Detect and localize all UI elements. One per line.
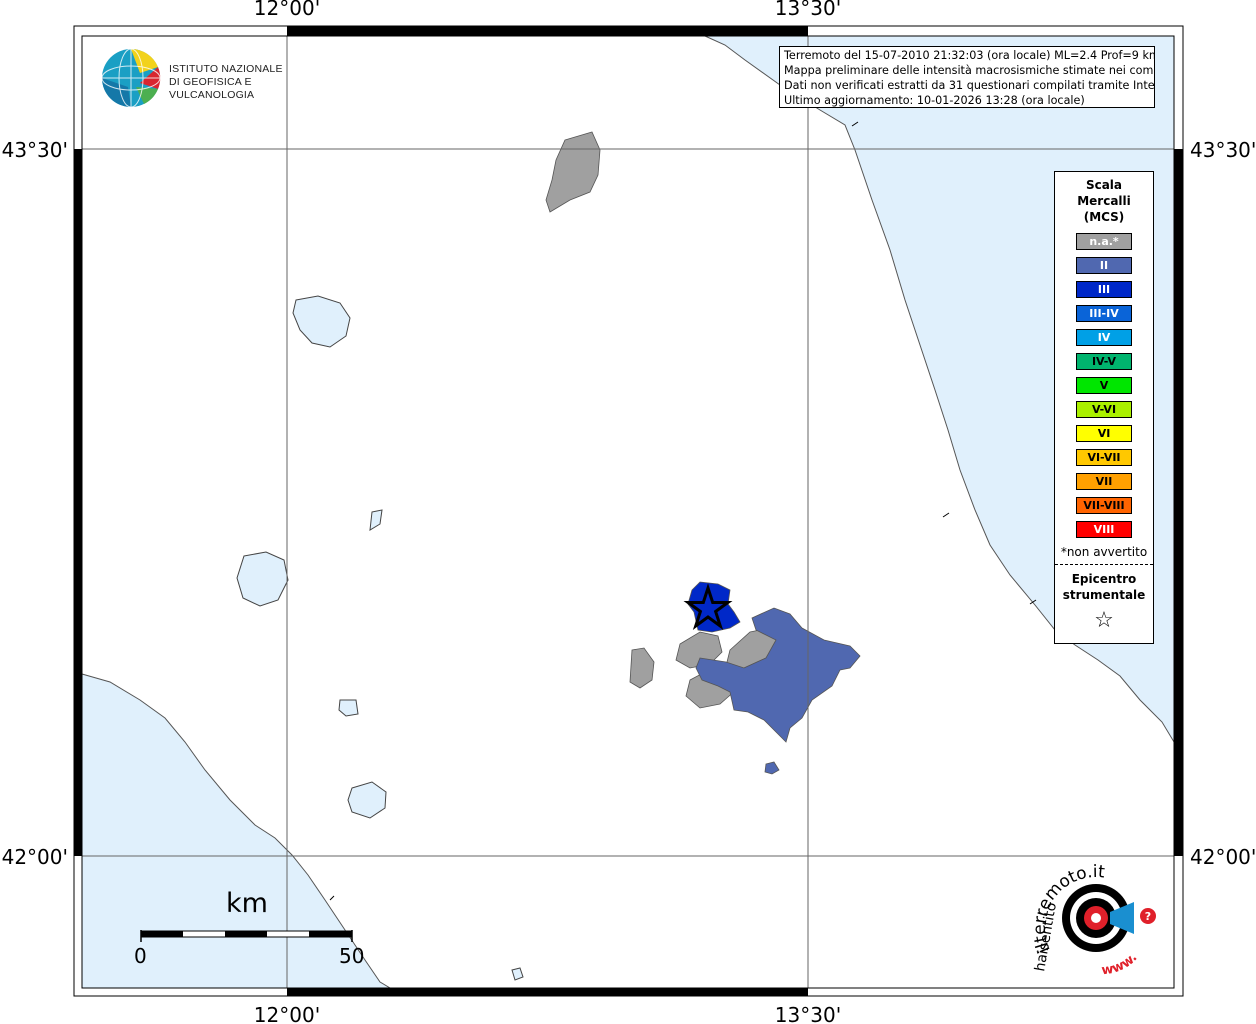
intensity-polygons [545,131,861,775]
legend-swatch-item: IV-V [1076,353,1132,370]
legend-epicenter-line2: strumentale [1062,588,1146,602]
legend-divider [1055,564,1153,565]
legend-swatch-item: V-VI [1076,401,1132,418]
scale-bar-min-label: 0 [134,944,147,968]
lat-label-left-bottom: 42°00' [2,845,68,869]
lake-bracciano [347,781,387,819]
legend-swatch-item: VII [1076,473,1132,490]
legend-epicenter-line1: Epicentro [1071,572,1137,586]
legend-swatch-item: III [1076,281,1132,298]
ingv-globe-icon [101,48,161,108]
scale-bar-unit: km [226,888,268,919]
lon-label-top-right: 13°30' [775,0,841,20]
lon-label-top-left: 12°00' [254,0,320,20]
legend-swatch-item: n.a.* [1076,233,1132,250]
legend-na-note: *non avvertito [1060,545,1148,559]
legend-swatch-item: II [1076,257,1132,274]
legend-epicenter-title: Epicentro strumentale [1055,571,1153,603]
lat-label-left-top: 43°30' [2,138,68,162]
legend-swatch-item: VII-VIII [1076,497,1132,514]
lat-label-right-bottom: 42°00' [1190,845,1256,869]
legend-swatches: n.a.* II III III-IV IV IV-V V V-VI VI VI-VII VII VI… [1055,233,1153,538]
lake-piediluco [369,509,383,531]
lake-trasimeno [292,295,351,348]
mcs-legend: Scala Mercalli (MCS) n.a.* II III III-IV IV I… [1054,171,1154,644]
lake-bolsena [236,551,289,607]
legend-title: Scala Mercalli (MCS) [1055,177,1153,225]
legend-title-line2: Mercalli [1077,194,1131,208]
ingv-logo: ISTITUTO NAZIONALE DI GEOFISICA E VULCAN… [100,47,320,109]
lat-label-right-top: 43°30' [1190,138,1256,162]
ingv-name-line2: DI GEOFISICA E VULCANOLOGIA [169,76,255,101]
info-line-data-source: Dati non verificati estratti da 31 quest… [784,79,1155,92]
municipality-na [629,647,655,689]
lon-label-bottom-left: 12°00' [254,1003,320,1024]
legend-title-line3: (MCS) [1083,210,1125,224]
info-line-last-update: Ultimo aggiornamento: 10-01-2026 13:28 (… [784,94,1085,107]
legend-swatch-item: IV [1076,329,1132,346]
municipality-na-north [545,131,601,213]
lake-vico [338,699,359,717]
legend-swatch-item: VIII [1076,521,1132,538]
lon-label-bottom-right: 13°30' [775,1003,841,1024]
scale-bar-max-label: 50 [339,944,365,968]
lake-albano [511,967,524,981]
info-line-map-description: Mappa preliminare delle intensità macros… [784,64,1155,77]
tyrrhenian-sea [81,673,392,989]
info-line-event: Terremoto del 15-07-2010 21:32:03 (ora l… [784,49,1155,62]
legend-title-line1: Scala [1085,178,1123,192]
legend-swatch-item: VI [1076,425,1132,442]
ingv-name-line1: ISTITUTO NAZIONALE [169,63,283,75]
municipality-ii-small [764,761,780,775]
legend-swatch-item: III-IV [1076,305,1132,322]
star-icon: ☆ [1094,608,1114,633]
legend-swatch-item: VI-VII [1076,449,1132,466]
legend-swatch-item: V [1076,377,1132,394]
sea-areas [81,35,1175,989]
svg-text:?: ? [1145,910,1151,923]
hsit-bottom-text: www. [1101,950,1141,978]
hsit-logo: ? ilterremoto.it www. haisentito [1030,862,1156,978]
earthquake-info-box: Terremoto del 15-07-2010 21:32:03 (ora l… [779,46,1155,108]
